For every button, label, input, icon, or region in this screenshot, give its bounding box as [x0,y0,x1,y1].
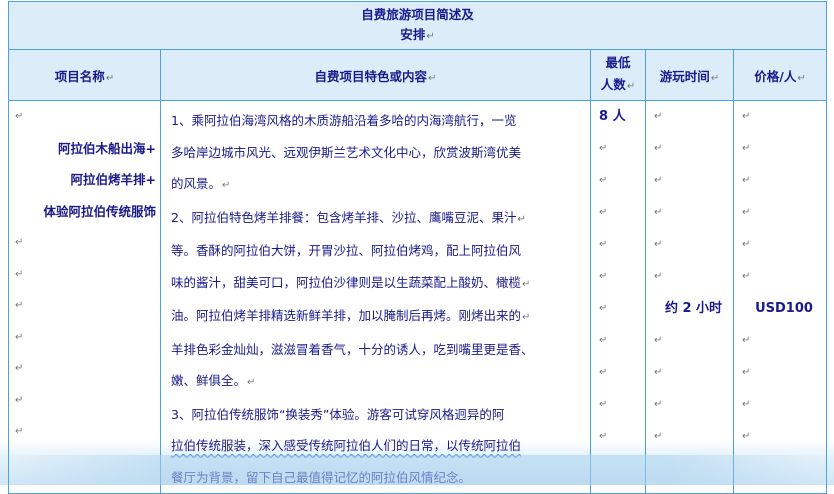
content-line: 味的酱汁，甜美可口，阿拉伯沙律则是以生蔬菜配上酸奶、橄榄 [171,274,522,290]
paragraph-mark: ↵ [599,367,608,378]
duration-value: 约 2 小时 [664,301,723,316]
paragraph-mark: ↵ [15,394,24,406]
paragraph-mark: ↵ [742,175,751,186]
paragraph-mark: ↵ [599,335,608,346]
paragraph-mark: ↵ [742,335,751,346]
paragraph-mark: ↵ [742,207,751,218]
paragraph-mark: ↵ [654,367,663,378]
header-price-label: 价格/人 [754,68,797,84]
paragraph-mark: ↵ [742,239,751,250]
paragraph-mark: ↵ [15,237,24,248]
content-line: 3、阿拉伯传统服饰“换装秀”体验。游客可试穿风格迥异的阿 [171,406,505,422]
project-name-line-1: 阿拉伯木船出海+ [58,140,156,156]
header-min-people-line1: 最低 [605,55,631,70]
paragraph-mark: ↵ [517,213,526,225]
min-people-value: 8 人 [599,109,626,124]
paragraph-mark: ↵ [15,111,24,122]
paragraph-mark: ↵ [654,111,663,122]
header-name: 项目名称↵ [8,49,161,101]
paragraph-mark: ↵ [742,431,751,442]
content-line: 羊排色彩金灿灿，滋滋冒着香气，十分的诱人，吃到嘴里更是香、 [171,341,534,357]
paragraph-mark: ↵ [654,399,663,410]
paragraph-mark: ↵ [105,72,115,84]
paragraph-mark: ↵ [599,239,608,250]
paragraph-mark: ↵ [654,431,663,442]
header-content: 自费项目特色或内容↵ [160,49,591,101]
paragraph-mark: ↵ [599,399,608,410]
content-line: 拉伯传统服装，深入感受传统阿拉伯人们的日常，以传统阿拉伯 [171,438,522,453]
paragraph-mark: ↵ [15,300,24,311]
content-line: 等。香酥的阿拉伯大饼，开胃沙拉、阿拉伯烤鸡，配上阿拉伯风 [171,243,522,258]
paragraph-mark: ↵ [599,431,608,442]
paragraph-mark: ↵ [797,72,806,84]
paragraph-mark: ↵ [247,377,256,388]
paragraph-mark: ↵ [710,72,720,84]
content-line: 嫩、鲜俱全。 [171,373,247,388]
paragraph-mark: ↵ [742,111,751,122]
paragraph-mark: ↵ [626,81,636,92]
title-line-1: 自费旅游项目简述及 [361,7,474,22]
project-name-line-3: 体验阿拉伯传统服饰 [43,203,156,219]
content-line: 2、阿拉伯特色烤羊排餐：包含烤羊排、沙拉、鹰嘴豆泥、果汁 [171,209,517,225]
paragraph-mark: ↵ [654,271,663,282]
cell-project-content: 1、乘阿拉伯海湾风格的木质游船沿着多哈的内海湾航行，一览 多哈岸边城市风光、远观… [160,100,591,494]
price-value: USD100 [755,301,813,316]
paragraph-mark: ↵ [599,271,608,282]
content-line: 多哈岸边城市风光、远观伊斯兰艺术文化中心，欣赏波斯湾优美 [171,144,522,160]
content-line: 油。阿拉伯烤羊排精选新鲜羊排，加以腌制后再烤。刚烤出来的 [171,308,522,323]
title-line-2: 安排 [400,27,426,42]
paragraph-mark: ↵ [654,207,663,218]
paragraph-mark: ↵ [654,239,663,250]
header-min-people: 最低 人数↵ [590,49,646,101]
paragraph-mark: ↵ [599,175,608,186]
paragraph-mark: ↵ [599,303,608,314]
paragraph-mark: ↵ [15,363,24,374]
header-duration-label: 游玩时间 [659,68,710,84]
paragraph-mark: ↵ [742,367,751,378]
header-duration: 游玩时间↵ [645,49,734,101]
content-line: 餐厅为背景，留下自己最值得记忆的阿拉伯风情纪念。 [171,469,472,485]
paragraph-mark: ↵ [15,426,24,437]
paragraph-mark: ↵ [654,175,663,186]
header-price: 价格/人↵ [733,49,827,101]
paragraph-mark: ↵ [522,278,531,290]
table-title: 自费旅游项目简述及 安排↵ [8,1,827,50]
paragraph-mark: ↵ [742,143,751,154]
document-page: 自费旅游项目简述及 安排↵ 项目名称↵ 自费项目特色或内容↵ 最低 人数↵ 游玩… [0,0,834,494]
header-content-label: 自费项目特色或内容 [314,68,428,84]
paragraph-mark: ↵ [15,268,24,280]
cell-duration: ↵ ↵ ↵ ↵ ↵ ↵ 约 2 小时 ↵ ↵ ↵ ↵ [645,100,734,494]
content-line: 1、乘阿拉伯海湾风格的木质游船沿着多哈的内海湾航行，一览 [171,113,517,128]
paragraph-mark: ↵ [15,331,24,343]
content-line: 的风景。 [171,176,222,191]
paragraph-mark: ↵ [522,312,531,323]
cell-project-name: ↵ 阿拉伯木船出海+ 阿拉伯烤羊排+ 体验阿拉伯传统服饰 ↵ ↵ ↵ ↵ ↵ ↵… [8,100,161,494]
paragraph-mark: ↵ [426,31,435,42]
paragraph-mark: ↵ [654,143,663,154]
paragraph-mark: ↵ [428,72,437,84]
paragraph-mark: ↵ [599,207,608,218]
cell-min-people: 8 人 ↵ ↵ ↵ ↵ ↵ ↵ ↵ ↵ ↵ ↵ [590,100,646,494]
paragraph-mark: ↵ [654,335,663,346]
paragraph-mark: ↵ [222,180,231,191]
header-name-label: 项目名称 [54,68,105,84]
paragraph-mark: ↵ [742,271,751,282]
project-name-line-2: 阿拉伯烤羊排+ [70,172,156,187]
itinerary-table: 自费旅游项目简述及 安排↵ 项目名称↵ 自费项目特色或内容↵ 最低 人数↵ 游玩… [8,1,827,494]
paragraph-mark: ↵ [599,143,608,154]
paragraph-mark: ↵ [742,399,751,410]
cell-price: ↵ ↵ ↵ ↵ ↵ ↵ USD100 ↵ ↵ ↵ ↵ [733,100,827,494]
header-min-people-line2: 人数 [600,77,626,92]
